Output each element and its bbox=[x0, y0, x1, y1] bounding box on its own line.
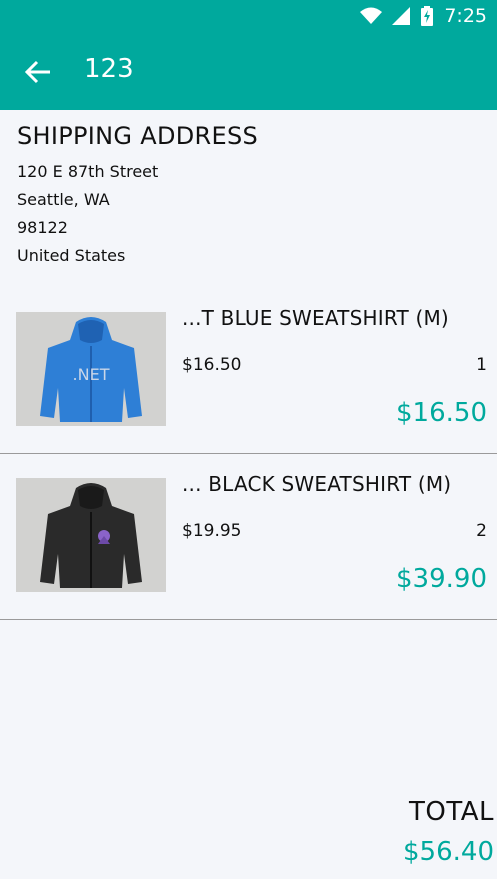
total-label: TOTAL bbox=[409, 797, 494, 827]
app-bar: 7:25 123 bbox=[0, 0, 497, 110]
back-arrow-icon[interactable] bbox=[24, 58, 52, 86]
status-time: 7:25 bbox=[444, 5, 487, 27]
battery-icon bbox=[421, 6, 434, 26]
cell-signal-icon bbox=[392, 7, 411, 25]
item-price: $16.50 bbox=[182, 355, 242, 375]
item-divider bbox=[0, 619, 497, 620]
total-value: $56.40 bbox=[403, 837, 494, 867]
order-item: ... BLACK SWEATSHIRT (M) $19.95 2 $39.90 bbox=[0, 454, 497, 620]
item-line-total: $39.90 bbox=[396, 564, 487, 594]
order-item: .NET ...T BLUE SWEATSHIRT (M) $16.50 1 $… bbox=[0, 288, 497, 454]
order-content: SHIPPING ADDRESS 120 E 87th Street Seatt… bbox=[0, 110, 497, 879]
status-bar: 7:25 bbox=[0, 0, 497, 34]
shipping-heading: SHIPPING ADDRESS bbox=[17, 122, 259, 150]
address-street: 120 E 87th Street bbox=[17, 162, 159, 181]
item-quantity: 2 bbox=[476, 521, 487, 541]
address-country: United States bbox=[17, 246, 126, 265]
product-image-black-hoodie bbox=[16, 478, 166, 592]
item-name: ...T BLUE SWEATSHIRT (M) bbox=[182, 306, 449, 330]
product-image-blue-hoodie: .NET bbox=[16, 312, 166, 426]
item-price: $19.95 bbox=[182, 521, 242, 541]
item-name: ... BLACK SWEATSHIRT (M) bbox=[182, 472, 452, 496]
wifi-icon bbox=[360, 7, 383, 24]
address-city-state: Seattle, WA bbox=[17, 190, 110, 209]
page-title: 123 bbox=[84, 54, 134, 84]
item-line-total: $16.50 bbox=[396, 398, 487, 428]
svg-text:.NET: .NET bbox=[73, 365, 110, 384]
item-quantity: 1 bbox=[476, 355, 487, 375]
toolbar: 123 bbox=[0, 34, 497, 110]
address-zip: 98122 bbox=[17, 218, 68, 237]
